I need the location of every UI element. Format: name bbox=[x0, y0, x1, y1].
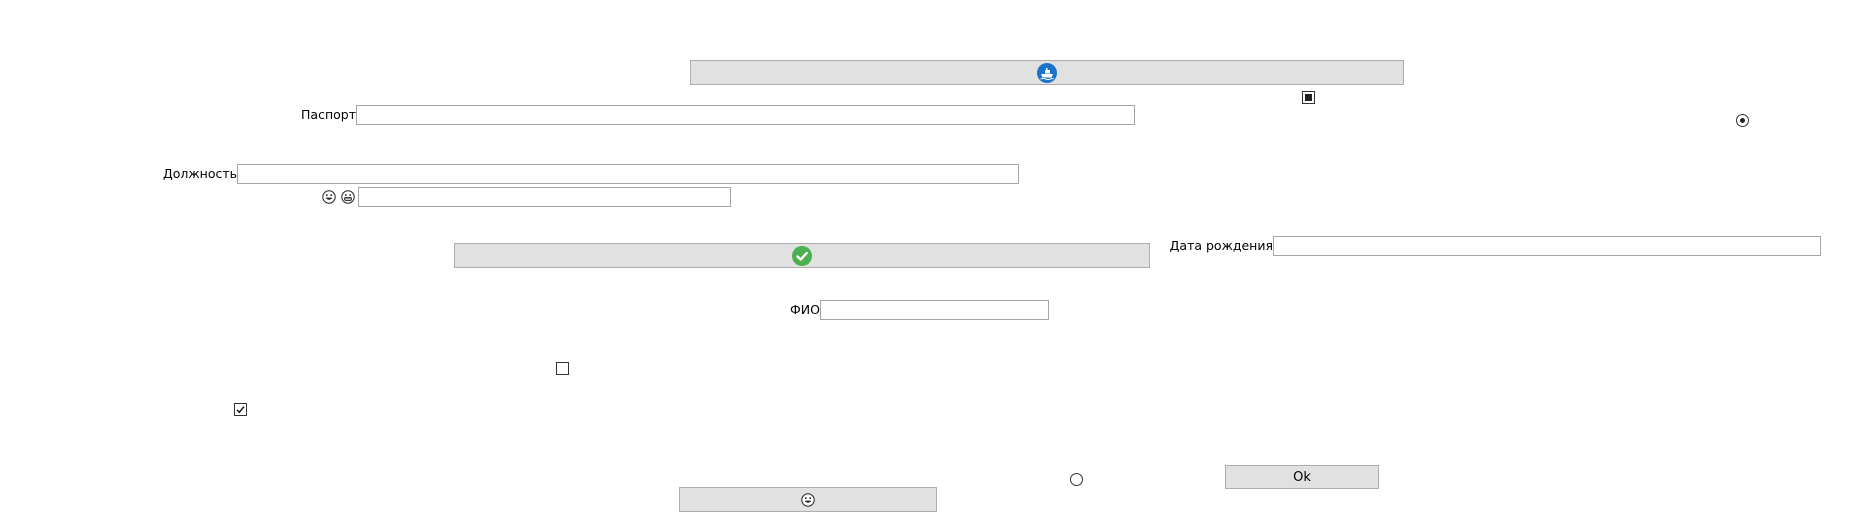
grinning-face-icon bbox=[801, 492, 815, 507]
indeterminate-mark bbox=[1305, 94, 1312, 101]
ok-button-label: Ok bbox=[1293, 469, 1311, 485]
grinning-teeth-icon bbox=[341, 190, 355, 204]
emoji-button[interactable] bbox=[679, 487, 937, 512]
full-name-label: ФИО bbox=[790, 302, 820, 317]
unchecked-checkbox[interactable] bbox=[556, 362, 569, 375]
radio-top-right[interactable] bbox=[1736, 114, 1749, 127]
check-circle-icon bbox=[792, 245, 812, 266]
tristate-checkbox[interactable] bbox=[1302, 91, 1315, 104]
position-label: Должность bbox=[162, 166, 237, 181]
grinning-face-icon bbox=[322, 190, 336, 204]
ship-button[interactable] bbox=[690, 60, 1404, 85]
ship-icon bbox=[1037, 62, 1057, 83]
radio-dot bbox=[1740, 118, 1745, 123]
birth-date-label: Дата рождения bbox=[1169, 238, 1273, 253]
passport-label: Паспорт bbox=[301, 107, 356, 122]
full-name-field[interactable] bbox=[820, 300, 1049, 320]
position-field[interactable] bbox=[237, 164, 1019, 184]
checked-checkbox[interactable] bbox=[234, 403, 247, 416]
ok-button[interactable]: Ok bbox=[1225, 465, 1379, 489]
check-mark-icon bbox=[236, 406, 245, 414]
check-button[interactable] bbox=[454, 243, 1150, 268]
radio-bottom[interactable] bbox=[1070, 473, 1083, 486]
birth-date-field[interactable] bbox=[1273, 236, 1821, 256]
emoji-field[interactable] bbox=[358, 187, 731, 207]
passport-field[interactable] bbox=[356, 105, 1135, 125]
